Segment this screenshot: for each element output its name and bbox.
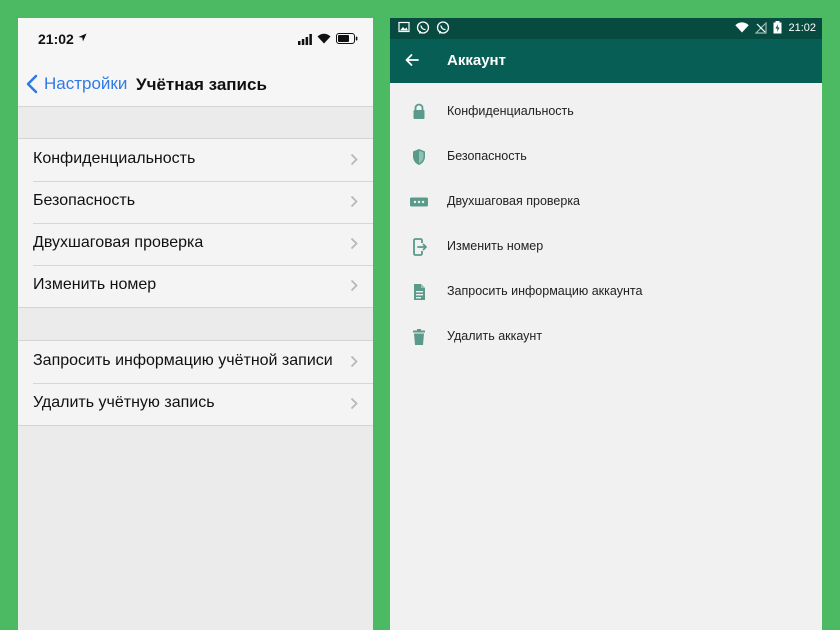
android-item-change-number[interactable]: Изменить номер	[390, 224, 822, 269]
ios-row-change-number[interactable]: Изменить номер	[18, 265, 373, 307]
shield-icon	[413, 149, 425, 165]
battery-icon	[336, 33, 358, 44]
ios-row-label: Безопасность	[33, 192, 136, 209]
ios-row-label: Двухшаговая проверка	[33, 234, 204, 251]
ios-status-time: 21:02	[38, 31, 74, 47]
android-item-label: Безопасность	[447, 149, 527, 163]
ios-back-label: Настройки	[44, 74, 128, 93]
viber-icon	[436, 21, 450, 34]
lock-icon	[413, 103, 425, 119]
chevron-right-icon	[350, 153, 358, 166]
chevron-right-icon	[350, 397, 358, 410]
ios-back-button[interactable]: Настройки	[26, 74, 127, 94]
android-item-request-info[interactable]: Запросить информацию аккаунта	[390, 269, 822, 314]
android-settings-list: Конфиденциальность Безопасность Двухшаго…	[390, 89, 822, 359]
pin-dots-icon	[410, 197, 428, 207]
trash-icon	[413, 329, 425, 345]
page-title: Аккаунт	[447, 52, 506, 69]
ios-account-screen: 21:02 Настройки Учётная запись Конфиденц…	[18, 18, 373, 630]
android-item-label: Двухшаговая проверка	[447, 194, 581, 208]
ios-row-label: Удалить учётную запись	[33, 394, 215, 411]
ios-row-request-info[interactable]: Запросить информацию учётной записи	[18, 341, 373, 383]
ios-row-two-step[interactable]: Двухшаговая проверка	[18, 223, 373, 265]
ios-settings-group-2: Запросить информацию учётной записи Удал…	[18, 340, 373, 426]
chevron-right-icon	[350, 279, 358, 292]
ios-status-bar: 21:02	[18, 18, 373, 62]
chevron-left-icon	[26, 74, 38, 94]
location-arrow-icon	[78, 33, 87, 42]
chevron-right-icon	[350, 195, 358, 208]
ios-navigation-bar: Настройки Учётная запись	[18, 62, 373, 107]
android-status-time: 21:02	[788, 21, 816, 34]
viber-icon	[416, 21, 430, 34]
phone-change-icon	[413, 238, 427, 256]
ios-row-label: Запросить информацию учётной записи	[33, 352, 333, 369]
android-item-label: Удалить аккаунт	[447, 329, 543, 343]
android-item-security[interactable]: Безопасность	[390, 134, 822, 179]
chevron-right-icon	[350, 355, 358, 368]
ios-row-delete-account[interactable]: Удалить учётную запись	[18, 383, 373, 425]
chevron-right-icon	[350, 237, 358, 250]
android-account-screen: 21:02 Аккаунт Конфиденциальность Безопас…	[390, 18, 822, 630]
ios-row-privacy[interactable]: Конфиденциальность	[18, 139, 373, 181]
document-icon	[414, 284, 425, 300]
battery-charging-icon	[773, 21, 782, 34]
wifi-icon	[735, 22, 750, 33]
ios-row-security[interactable]: Безопасность	[18, 181, 373, 223]
cellular-signal-icon	[298, 34, 312, 45]
wifi-icon	[317, 33, 331, 44]
android-item-delete-account[interactable]: Удалить аккаунт	[390, 314, 822, 359]
arrow-left-icon[interactable]	[404, 52, 420, 68]
android-item-label: Запросить информацию аккаунта	[447, 284, 643, 298]
page-title: Учётная запись	[136, 75, 267, 94]
android-app-bar: Аккаунт	[390, 39, 822, 83]
ios-row-label: Конфиденциальность	[33, 150, 196, 167]
android-item-privacy[interactable]: Конфиденциальность	[390, 89, 822, 134]
android-status-bar: 21:02	[390, 18, 822, 39]
android-item-label: Конфиденциальность	[447, 104, 574, 118]
ios-row-label: Изменить номер	[33, 276, 157, 293]
android-item-label: Изменить номер	[447, 239, 544, 253]
ios-settings-group-1: Конфиденциальность Безопасность Двухшаго…	[18, 138, 373, 308]
image-notification-icon	[398, 21, 410, 33]
android-item-two-step[interactable]: Двухшаговая проверка	[390, 179, 822, 224]
no-signal-icon	[755, 21, 768, 34]
